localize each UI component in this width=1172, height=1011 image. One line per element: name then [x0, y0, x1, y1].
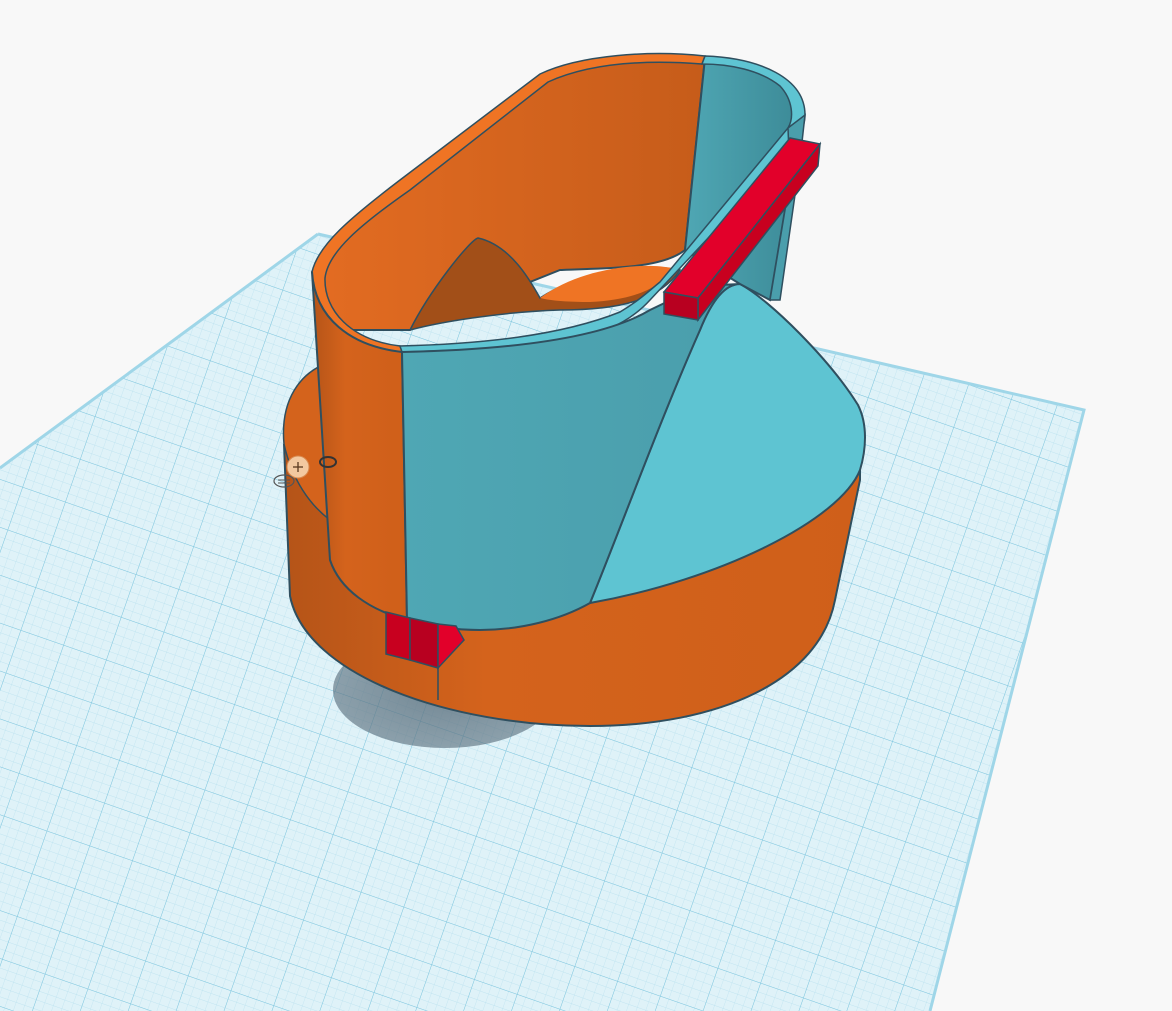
home-view-control[interactable]: [286, 455, 310, 479]
scene-canvas[interactable]: [0, 0, 1172, 1011]
viewport-3d[interactable]: [0, 0, 1172, 1011]
